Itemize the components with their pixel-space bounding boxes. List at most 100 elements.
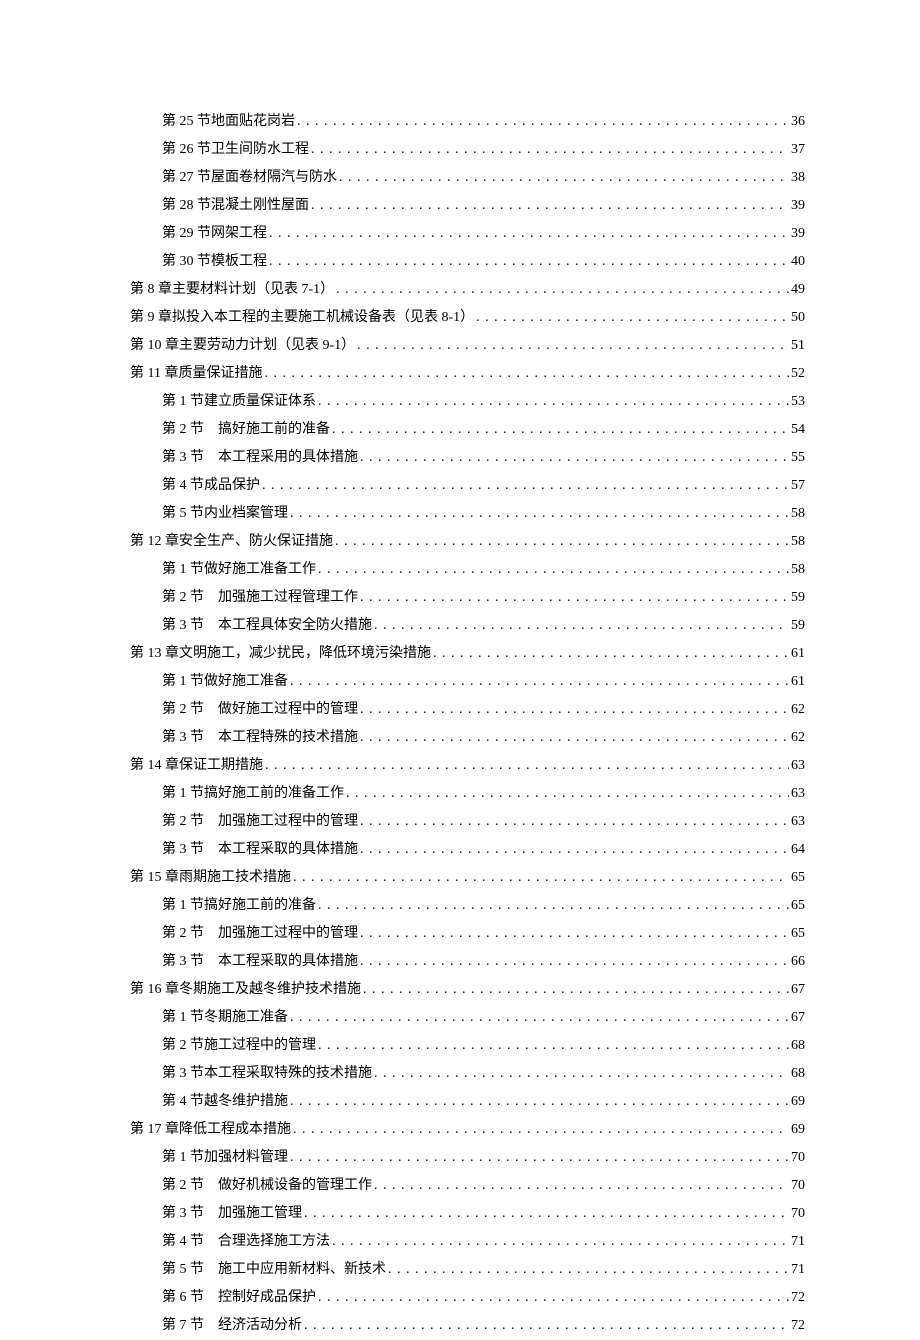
toc-leader-dots xyxy=(346,780,789,808)
toc-entry-label: 第 3 节 本工程采用的具体措施 xyxy=(162,444,358,472)
toc-entry-label: 第 2 节 做好施工过程中的管理 xyxy=(162,696,358,724)
toc-entry: 第 30 节模板工程40 xyxy=(130,248,805,276)
toc-entry-page: 50 xyxy=(791,304,805,332)
toc-entry-page: 69 xyxy=(791,1116,805,1144)
toc-entry-label: 第 11 章质量保证措施 xyxy=(130,360,262,388)
toc-leader-dots xyxy=(290,1088,789,1116)
toc-entry-label: 第 2 节 搞好施工前的准备 xyxy=(162,416,330,444)
toc-entry: 第 4 节越冬维护措施69 xyxy=(130,1088,805,1116)
toc-entry-page: 58 xyxy=(791,556,805,584)
toc-leader-dots xyxy=(360,808,789,836)
toc-leader-dots xyxy=(318,1284,789,1312)
toc-leader-dots xyxy=(297,108,789,136)
toc-entry: 第 7 节 经济活动分析72 xyxy=(130,1312,805,1340)
toc-leader-dots xyxy=(363,976,789,1004)
toc-entry-page: 72 xyxy=(791,1284,805,1312)
toc-entry-page: 59 xyxy=(791,612,805,640)
toc-leader-dots xyxy=(304,1312,789,1340)
toc-entry: 第 5 节内业档案管理58 xyxy=(130,500,805,528)
toc-entry-label: 第 1 节做好施工准备工作 xyxy=(162,556,316,584)
toc-entry-page: 67 xyxy=(791,1004,805,1032)
toc-entry: 第 1 节做好施工准备61 xyxy=(130,668,805,696)
toc-entry-page: 61 xyxy=(791,668,805,696)
toc-entry: 第 1 节搞好施工前的准备65 xyxy=(130,892,805,920)
toc-entry: 第 9 章拟投入本工程的主要施工机械设备表（见表 8-1）50 xyxy=(130,304,805,332)
toc-entry: 第 27 节屋面卷材隔汽与防水 38 xyxy=(130,164,805,192)
toc-entry: 第 2 节 做好机械设备的管理工作70 xyxy=(130,1172,805,1200)
toc-entry-label: 第 12 章安全生产、防火保证措施 xyxy=(130,528,333,556)
toc-entry: 第 3 节 本工程特殊的技术措施 62 xyxy=(130,724,805,752)
toc-entry-page: 62 xyxy=(791,724,805,752)
toc-leader-dots xyxy=(304,1200,789,1228)
toc-leader-dots xyxy=(335,528,789,556)
toc-entry: 第 2 节 搞好施工前的准备 54 xyxy=(130,416,805,444)
toc-entry: 第 17 章降低工程成本措施 69 xyxy=(130,1116,805,1144)
toc-entry-page: 39 xyxy=(791,220,805,248)
toc-leader-dots xyxy=(290,500,789,528)
toc-entry: 第 13 章文明施工，减少扰民，降低环境污染措施61 xyxy=(130,640,805,668)
toc-entry-page: 39 xyxy=(791,192,805,220)
toc-entry-page: 68 xyxy=(791,1060,805,1088)
toc-entry-label: 第 13 章文明施工，减少扰民，降低环境污染措施 xyxy=(130,640,431,668)
toc-entry-page: 68 xyxy=(791,1032,805,1060)
toc-entry: 第 2 节 做好施工过程中的管理 62 xyxy=(130,696,805,724)
toc-leader-dots xyxy=(318,892,789,920)
toc-leader-dots xyxy=(360,584,789,612)
toc-entry-label: 第 2 节施工过程中的管理 xyxy=(162,1032,316,1060)
toc-entry-label: 第 6 节 控制好成品保护 xyxy=(162,1284,316,1312)
toc-leader-dots xyxy=(269,248,789,276)
toc-entry-page: 62 xyxy=(791,696,805,724)
toc-entry-label: 第 2 节 加强施工过程管理工作 xyxy=(162,584,358,612)
toc-leader-dots xyxy=(360,836,789,864)
toc-leader-dots xyxy=(374,1060,789,1088)
toc-entry-page: 37 xyxy=(791,136,805,164)
toc-entry-label: 第 17 章降低工程成本措施 xyxy=(130,1116,291,1144)
toc-leader-dots xyxy=(433,640,789,668)
toc-entry: 第 6 节 控制好成品保护 72 xyxy=(130,1284,805,1312)
toc-entry: 第 3 节 加强施工管理70 xyxy=(130,1200,805,1228)
toc-entry-label: 第 3 节 本工程特殊的技术措施 xyxy=(162,724,358,752)
toc-entry-page: 38 xyxy=(791,164,805,192)
toc-entry-label: 第 3 节 本工程采取的具体措施 xyxy=(162,948,358,976)
toc-entry-page: 51 xyxy=(791,332,805,360)
toc-leader-dots xyxy=(360,444,789,472)
toc-entry-label: 第 27 节屋面卷材隔汽与防水 xyxy=(162,164,337,192)
toc-entry-page: 55 xyxy=(791,444,805,472)
toc-entry: 第 3 节本工程采取特殊的技术措施 68 xyxy=(130,1060,805,1088)
toc-entry: 第 1 节建立质量保证体系 53 xyxy=(130,388,805,416)
toc-leader-dots xyxy=(311,192,789,220)
toc-entry-page: 53 xyxy=(791,388,805,416)
toc-leader-dots xyxy=(290,1004,789,1032)
toc-entry-label: 第 1 节建立质量保证体系 xyxy=(162,388,316,416)
toc-entry-label: 第 2 节 加强施工过程中的管理 xyxy=(162,808,358,836)
toc-leader-dots xyxy=(374,1172,789,1200)
toc-entry-page: 52 xyxy=(791,360,805,388)
toc-entry-label: 第 3 节 加强施工管理 xyxy=(162,1200,302,1228)
toc-entry-page: 36 xyxy=(791,108,805,136)
toc-leader-dots xyxy=(290,1144,789,1172)
toc-entry-page: 58 xyxy=(791,528,805,556)
toc-entry: 第 14 章保证工期措施63 xyxy=(130,752,805,780)
toc-entry: 第 11 章质量保证措施 52 xyxy=(130,360,805,388)
toc-entry-label: 第 7 节 经济活动分析 xyxy=(162,1312,302,1340)
toc-entry: 第 12 章安全生产、防火保证措施 58 xyxy=(130,528,805,556)
toc-leader-dots xyxy=(360,920,789,948)
toc-entry-page: 64 xyxy=(791,836,805,864)
toc-entry: 第 3 节 本工程采取的具体措施64 xyxy=(130,836,805,864)
toc-entry-label: 第 29 节网架工程 xyxy=(162,220,267,248)
toc-entry-label: 第 8 章主要材料计划（见表 7-1） xyxy=(130,276,334,304)
toc-entry-label: 第 3 节 本工程具体安全防火措施 xyxy=(162,612,372,640)
toc-entry: 第 3 节 本工程采取的具体措施66 xyxy=(130,948,805,976)
toc-entry: 第 15 章雨期施工技术措施 65 xyxy=(130,864,805,892)
table-of-contents: 第 25 节地面贴花岗岩36第 26 节卫生间防水工程37第 27 节屋面卷材隔… xyxy=(130,108,805,1340)
toc-entry-label: 第 15 章雨期施工技术措施 xyxy=(130,864,291,892)
toc-leader-dots xyxy=(360,724,789,752)
toc-entry-label: 第 3 节本工程采取特殊的技术措施 xyxy=(162,1060,372,1088)
toc-entry: 第 26 节卫生间防水工程37 xyxy=(130,136,805,164)
toc-entry-page: 65 xyxy=(791,864,805,892)
toc-entry-page: 70 xyxy=(791,1144,805,1172)
toc-leader-dots xyxy=(293,1116,789,1144)
toc-entry: 第 25 节地面贴花岗岩36 xyxy=(130,108,805,136)
toc-entry-page: 54 xyxy=(791,416,805,444)
toc-leader-dots xyxy=(388,1256,789,1284)
